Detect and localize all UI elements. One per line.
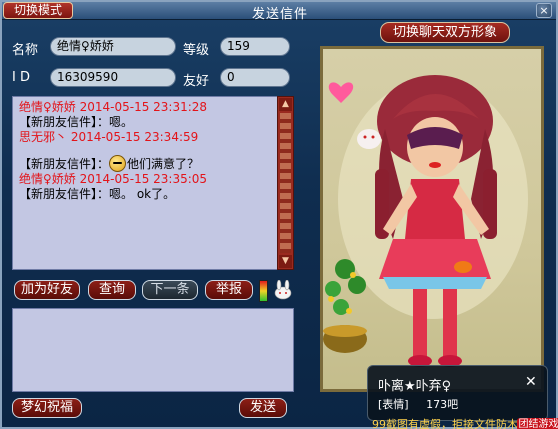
signal-meter [259,280,268,302]
name-field: 绝情♀娇娇 [50,37,176,56]
user-tooltip: 卟离★卟弃♀ ✕ [表情] 173吧 [367,365,548,421]
send-button[interactable]: 发送 [239,398,287,418]
name-label: 名称 [12,43,39,58]
report-button[interactable]: 举报 [205,280,253,300]
notice-badge[interactable]: 团结游戏 [517,418,558,429]
message-body: 【新朋友信件】：嗯。 ok了。 [19,187,176,201]
chat-scrollbar[interactable]: ▲ ▼ [277,96,294,270]
tooltip-name: 卟离★卟弃♀ [378,379,452,394]
scroll-track[interactable] [280,113,291,253]
tooltip-label: [表情] [378,398,409,411]
message-header: 思无邪丶 2014-05-15 23:34:59 [19,130,199,144]
character-portrait [323,75,528,367]
id-field: 16309590 [50,68,176,87]
message-body: 【新朋友信件】： 他们满意了？ [19,155,287,172]
level-field: 159 [220,37,290,56]
inquire-button[interactable]: 查询 [88,280,136,300]
friendship-label: 友好 [183,74,210,89]
friendship-field: 0 [220,68,290,87]
message-header: 绝情♀娇娇 2014-05-15 23:35:05 [19,172,208,186]
heart-icon [328,82,354,103]
window-title: 发送信件 [252,7,309,22]
message-input[interactable] [12,308,294,392]
bunny-icon[interactable] [272,280,294,300]
blessing-button[interactable]: 梦幻祝福 [12,398,82,418]
level-label: 等级 [183,43,210,58]
tooltip-detail: [表情] 173吧 [378,396,472,412]
message-text: 他们满意了？ [127,157,200,171]
switch-avatar-button[interactable]: 切换聊天双方形象 [380,22,510,43]
tooltip-close-icon[interactable]: ✕ [525,374,537,390]
scroll-down-icon[interactable]: ▼ [279,255,292,268]
add-friend-button[interactable]: 加为好友 [14,280,80,300]
tooltip-value: 173吧 [426,398,459,411]
title-bar: 切换模式 发送信件 × [2,2,556,22]
chat-log[interactable]: 绝情♀娇娇 2014-05-15 23:31:28 【新朋友信件】：嗯。 思无邪… [12,96,294,270]
next-button[interactable]: 下一条 [142,280,198,300]
avatar-frame [320,46,544,392]
message-header: 绝情♀娇娇 2014-05-15 23:31:28 [19,100,208,114]
close-button[interactable]: × [536,3,552,18]
id-label: I D [12,70,30,85]
message-prefix: 【新朋友信件】： [19,157,110,171]
smiley-emote-icon [109,155,127,172]
switch-mode-button[interactable]: 切换模式 [3,2,73,19]
message-body: 【新朋友信件】：嗯。 [19,115,134,129]
scroll-up-icon[interactable]: ▲ [279,98,292,111]
letter-window: 切换模式 发送信件 × 名称 绝情♀娇娇 等级 159 I D 16309590… [0,0,558,429]
